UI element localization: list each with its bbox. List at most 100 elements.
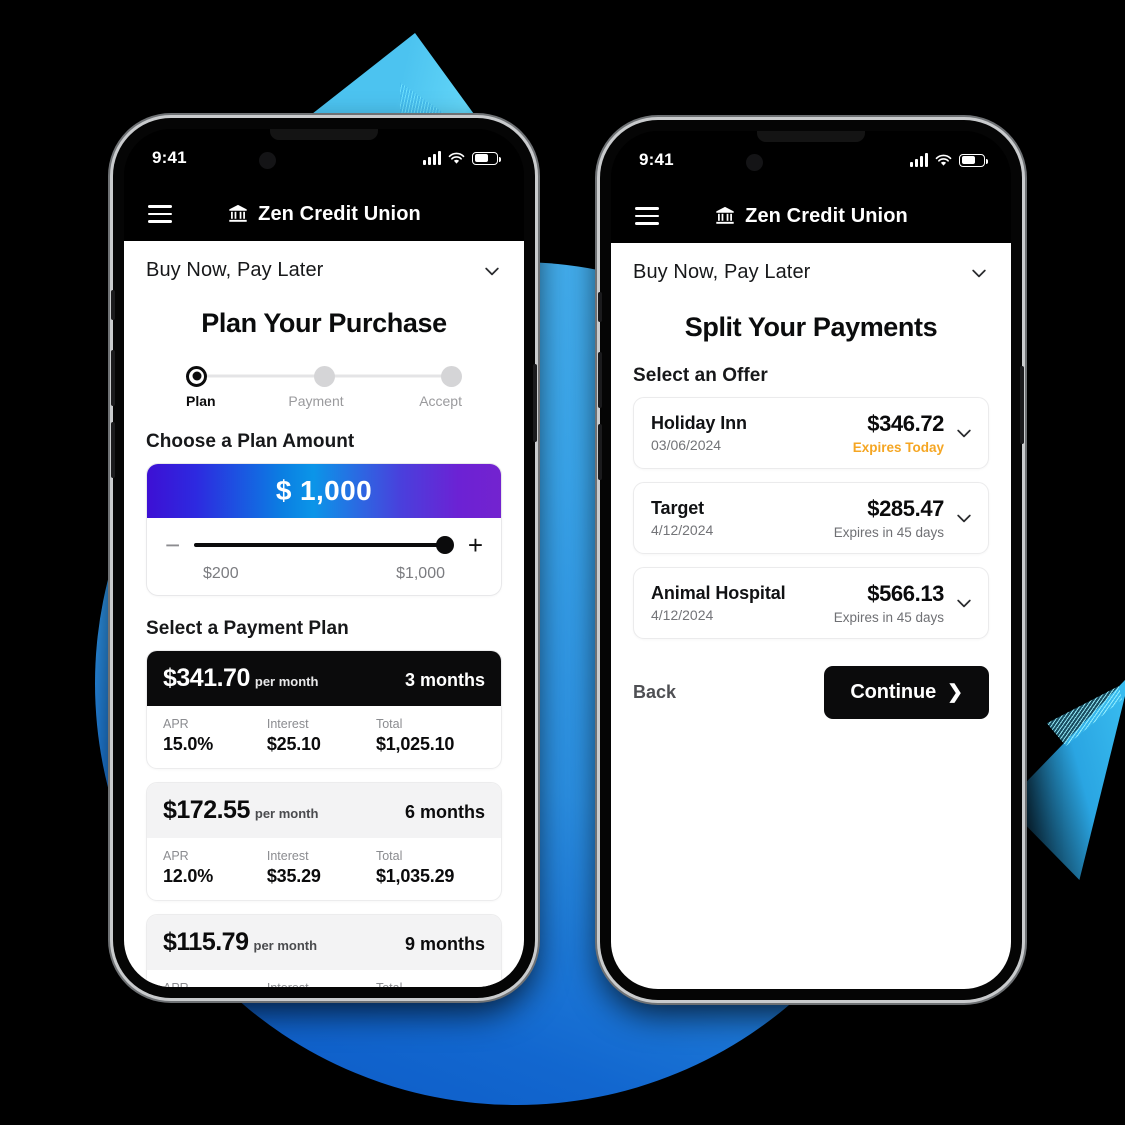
phone-right-screen-container: 9:41 Zen Credit Union Buy Now, Pay Later… bbox=[611, 131, 1011, 989]
plan-amount-group: $115.79 per month bbox=[163, 928, 317, 957]
stepper-dot-payment[interactable] bbox=[313, 365, 335, 387]
stepper-track bbox=[186, 365, 462, 387]
plan-total-col: Total $1,035.29 bbox=[376, 849, 485, 887]
plan-card-header[interactable]: $172.55 per month 6 months bbox=[147, 783, 501, 838]
plan-monthly-amount: $115.79 bbox=[163, 928, 249, 956]
plan-interest-col: Interest $42.13 bbox=[267, 981, 376, 987]
offer-amount: $566.13 bbox=[867, 581, 944, 606]
action-row: Back Continue ❯ bbox=[611, 652, 1011, 719]
progress-stepper: Plan Payment Accept bbox=[124, 365, 524, 409]
app-bar: Zen Credit Union bbox=[611, 189, 1011, 243]
phone-silent-switch[interactable] bbox=[598, 292, 602, 322]
payment-plan-card[interactable]: $115.79 per month 9 months APR 10.0% Inte… bbox=[146, 914, 502, 987]
amount-section-heading: Choose a Plan Amount bbox=[146, 431, 355, 452]
chevron-right-icon: ❯ bbox=[947, 682, 963, 703]
status-time: 9:41 bbox=[639, 150, 674, 169]
hamburger-menu-icon[interactable] bbox=[635, 207, 659, 225]
signal-bars-icon bbox=[910, 152, 928, 167]
amount-gradient-bar: $ 1,000 bbox=[147, 464, 501, 518]
phone-power-button[interactable] bbox=[1020, 366, 1024, 444]
chevron-down-icon[interactable] bbox=[954, 508, 974, 528]
hamburger-menu-icon[interactable] bbox=[148, 205, 172, 223]
slider-range-labels: $200 $1,000 bbox=[165, 565, 483, 583]
plan-apr-value: 15.0% bbox=[163, 734, 214, 754]
payment-plan-card[interactable]: $341.70 per month 3 months APR 15.0% Inte… bbox=[146, 650, 502, 769]
back-button[interactable]: Back bbox=[633, 682, 676, 703]
plan-apr-label: APR bbox=[163, 849, 189, 863]
plan-total-label: Total bbox=[375, 717, 403, 731]
offer-card[interactable]: Holiday Inn 03/06/2024 $346.72 Expires T… bbox=[633, 397, 989, 469]
plan-total-col: Total $1,042.13 bbox=[376, 981, 485, 987]
phone-power-button[interactable] bbox=[533, 364, 537, 442]
chevron-down-icon[interactable] bbox=[482, 261, 502, 281]
phone-right: 9:41 Zen Credit Union Buy Now, Pay Later… bbox=[598, 120, 1024, 1000]
brand-block: Zen Credit Union bbox=[611, 205, 1011, 228]
phone-volume-up-button[interactable] bbox=[111, 350, 115, 406]
offer-card[interactable]: Animal Hospital 4/12/2024 $566.13 Expire… bbox=[633, 567, 989, 639]
offer-amount-group: $566.13 Expires in 45 days bbox=[834, 581, 945, 625]
phone-volume-up-button[interactable] bbox=[598, 352, 602, 408]
stepper-labels: Plan Payment Accept bbox=[186, 393, 462, 409]
phone-silent-switch[interactable] bbox=[111, 290, 115, 320]
plan-card-header[interactable]: $115.79 per month 9 months bbox=[147, 915, 501, 970]
stepper-label-payment: Payment bbox=[288, 393, 344, 409]
plan-card-header[interactable]: $341.70 per month 3 months bbox=[147, 651, 501, 706]
offer-date: 4/12/2024 bbox=[651, 522, 714, 538]
dynamic-island bbox=[270, 129, 378, 140]
amount-slider[interactable] bbox=[194, 536, 454, 554]
offer-amount-group: $346.72 Expires Today bbox=[853, 411, 945, 455]
plans-section-heading: Select a Payment Plan bbox=[146, 618, 349, 639]
stepper-dot-plan[interactable] bbox=[186, 365, 207, 387]
decrement-button[interactable]: − bbox=[165, 532, 180, 558]
status-bar: 9:41 bbox=[611, 131, 1011, 189]
page-title: Plan Your Purchase bbox=[201, 308, 447, 338]
battery-icon bbox=[959, 153, 988, 167]
plan-interest-value: $25.10 bbox=[266, 734, 321, 754]
chevron-down-icon[interactable] bbox=[954, 593, 974, 613]
battery-icon bbox=[472, 151, 501, 165]
chevron-down-icon[interactable] bbox=[969, 263, 989, 283]
slider-thumb[interactable] bbox=[435, 536, 454, 554]
plan-interest-col: Interest $35.29 bbox=[267, 849, 376, 887]
offer-merchant-name: Animal Hospital bbox=[651, 583, 786, 603]
page-title: Split Your Payments bbox=[684, 312, 938, 342]
plan-total-value: $1,025.10 bbox=[375, 734, 455, 754]
accordion-header[interactable]: Buy Now, Pay Later bbox=[611, 243, 1011, 298]
chevron-down-icon[interactable] bbox=[954, 423, 974, 443]
phone-volume-down-button[interactable] bbox=[111, 422, 115, 478]
accordion-header[interactable]: Buy Now, Pay Later bbox=[124, 241, 524, 296]
increment-button[interactable]: + bbox=[468, 532, 483, 558]
composition-canvas: 9:41 Zen Credit Union Buy Now, Pay Later… bbox=[0, 0, 1125, 1125]
plan-interest-label: Interest bbox=[266, 849, 309, 863]
plan-per-month-label: per month bbox=[253, 938, 318, 953]
offer-card[interactable]: Target 4/12/2024 $285.47 Expires in 45 d… bbox=[633, 482, 989, 554]
stepper-dot-accept[interactable] bbox=[441, 365, 462, 387]
offer-list: Holiday Inn 03/06/2024 $346.72 Expires T… bbox=[611, 397, 1011, 639]
plan-apr-value: 12.0% bbox=[163, 866, 214, 886]
accordion-label: Buy Now, Pay Later bbox=[633, 261, 811, 283]
plan-apr-col: APR 15.0% bbox=[163, 717, 267, 755]
right-screen: Buy Now, Pay Later Split Your Payments S… bbox=[611, 243, 1011, 989]
bank-building-icon bbox=[229, 204, 247, 222]
continue-button[interactable]: Continue ❯ bbox=[824, 666, 989, 719]
stepper-label-plan: Plan bbox=[186, 393, 216, 409]
plan-apr-col: APR 10.0% bbox=[163, 981, 267, 987]
status-bar: 9:41 bbox=[124, 129, 524, 187]
plan-total-label: Total bbox=[375, 849, 403, 863]
offers-heading: Select an Offer bbox=[633, 365, 768, 386]
phone-volume-down-button[interactable] bbox=[598, 424, 602, 480]
status-indicators bbox=[423, 150, 501, 165]
offer-expiry: Expires in 45 days bbox=[833, 525, 944, 540]
payment-plan-card[interactable]: $172.55 per month 6 months APR 12.0% Inte… bbox=[146, 782, 502, 901]
brand-block: Zen Credit Union bbox=[124, 203, 524, 226]
payment-plan-list: $341.70 per month 3 months APR 15.0% Inte… bbox=[124, 650, 524, 987]
plan-total-label: Total bbox=[376, 981, 485, 987]
amount-slider-wrap: − + $200 $1,000 bbox=[147, 518, 501, 595]
continue-button-label: Continue bbox=[850, 681, 937, 703]
brand-name: Zen Credit Union bbox=[745, 204, 908, 227]
plan-apr-col: APR 12.0% bbox=[163, 849, 267, 887]
wifi-icon bbox=[935, 154, 952, 166]
offer-amount: $346.72 bbox=[867, 411, 944, 436]
plan-card-details: APR 15.0% Interest $25.10 Total $1,025.1… bbox=[147, 706, 501, 768]
plan-interest-label: Interest bbox=[266, 717, 309, 731]
